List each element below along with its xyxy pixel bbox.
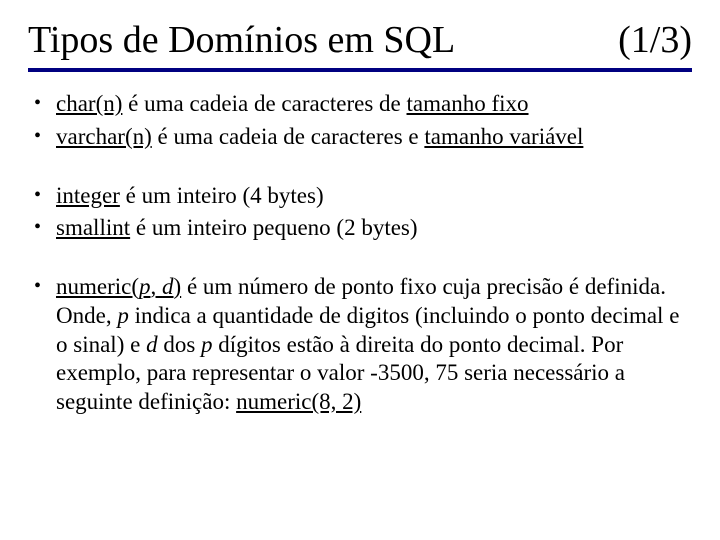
keyword-variable-size: tamanho variável [424,124,583,149]
bullet-integer: integer é um inteiro (4 bytes) [28,182,692,211]
var-p: p [201,332,213,357]
var-d: d [146,332,158,357]
bullet-list: char(n) é uma cadeia de caracteres de ta… [28,90,692,417]
text: é uma cadeia de caracteres de [122,91,406,116]
page-counter: (1/3) [618,18,692,62]
title-row: Tipos de Domínios em SQL (1/3) [28,18,692,72]
bullet-varchar: varchar(n) é uma cadeia de caracteres e … [28,123,692,152]
spacer [28,247,692,273]
text: é um inteiro pequeno (2 bytes) [130,215,417,240]
page-title: Tipos de Domínios em SQL [28,18,455,62]
keyword-char: char(n) [56,91,122,116]
text: dos [158,332,201,357]
keyword-numeric-open: numeric(p, d) [56,274,181,299]
var-p: p [117,303,129,328]
keyword-varchar: varchar(n) [56,124,152,149]
bullet-numeric: numeric(p, d) é um número de ponto fixo … [28,273,692,417]
text: é um inteiro (4 bytes) [120,183,324,208]
spacer [28,156,692,182]
bullet-char: char(n) é uma cadeia de caracteres de ta… [28,90,692,119]
bullet-smallint: smallint é um inteiro pequeno (2 bytes) [28,214,692,243]
keyword-fixed-size: tamanho fixo [407,91,529,116]
keyword-smallint: smallint [56,215,130,240]
slide: Tipos de Domínios em SQL (1/3) char(n) é… [0,0,720,540]
keyword-integer: integer [56,183,120,208]
text: é uma cadeia de caracteres e [152,124,425,149]
keyword-numeric-example: numeric(8, 2) [236,389,361,414]
